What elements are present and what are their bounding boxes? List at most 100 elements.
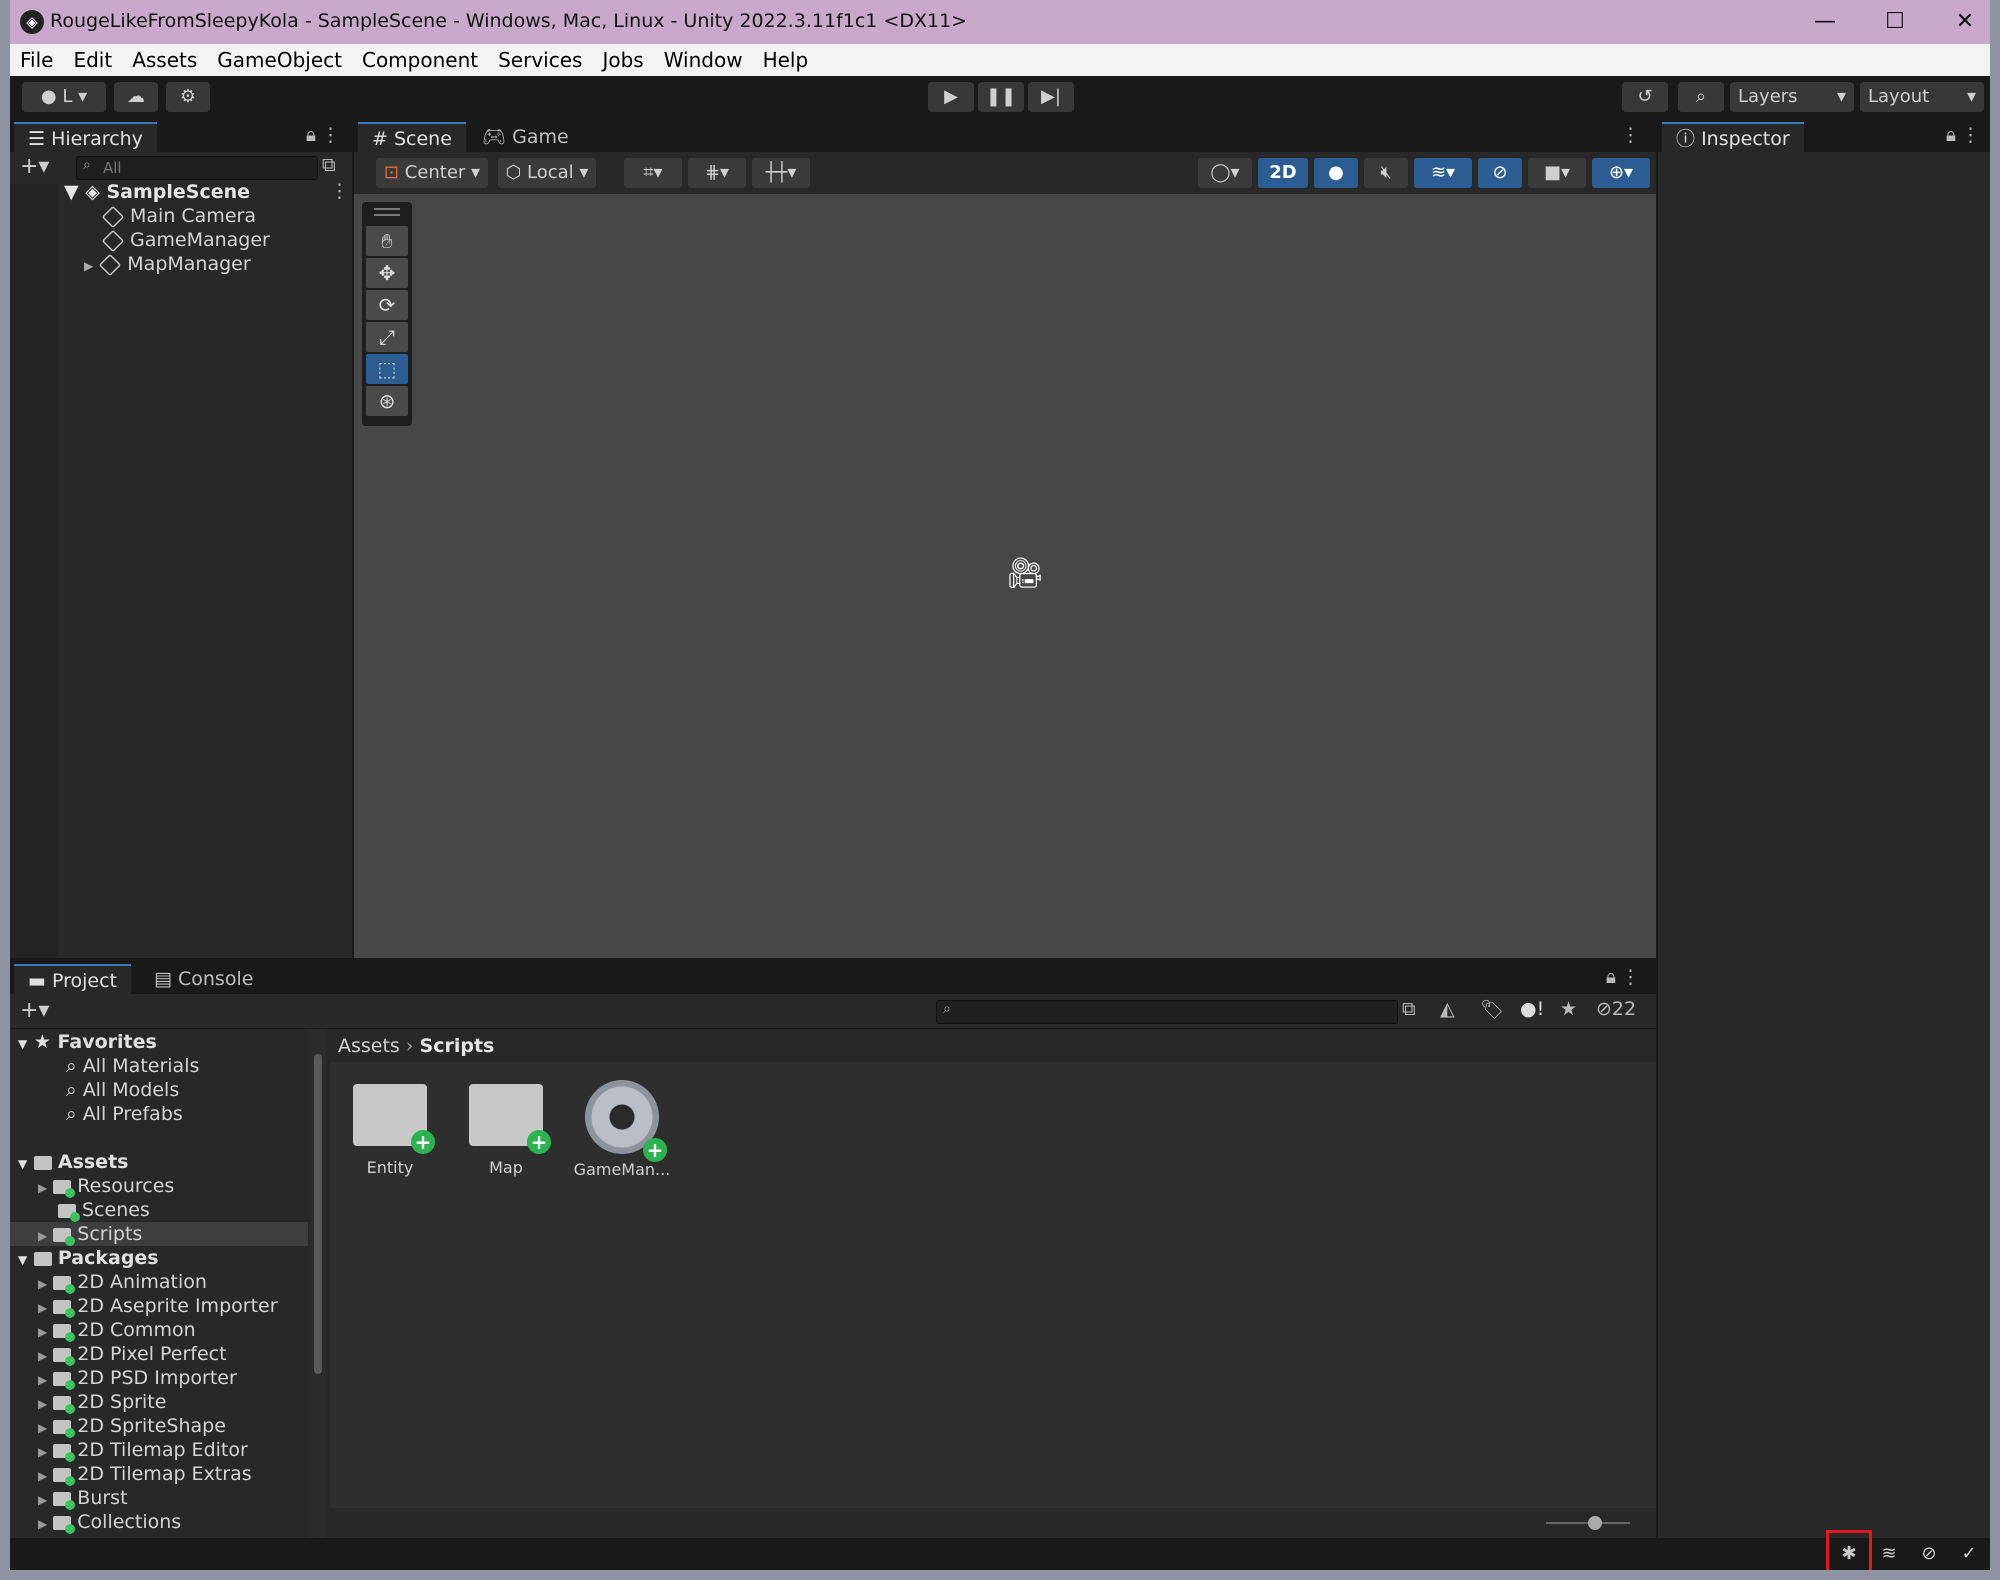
draw-mode-dropdown[interactable]: ◯▾ [1198,158,1252,188]
hierarchy-search-input[interactable]: ⌕ All [76,156,318,180]
star-icon[interactable]: ★ [1560,998,1577,1020]
folder-tree-scrollbar[interactable] [310,1030,326,1538]
hand-tool-button[interactable]: ✋︎ [366,226,408,256]
tab-hierarchy[interactable]: ☰ Hierarchy [14,122,157,154]
package-row[interactable]: ▶ 2D Tilemap Extras [38,1462,252,1488]
folder-row-scenes[interactable]: Scenes [58,1198,150,1222]
audio-toggle[interactable]: 🔇︎ [1364,158,1408,188]
more-menu-icon[interactable]: ⋮ [1621,966,1640,988]
assets-root-row[interactable]: ▼ Assets [18,1150,128,1176]
cloud-button[interactable]: ☁ [114,82,158,112]
add-icon[interactable]: +▾ [20,154,49,179]
maximize-search-icon[interactable]: ⧉ [1402,998,1416,1020]
toggle-2d-button[interactable]: 2D [1258,158,1308,188]
drag-handle-icon[interactable] [374,208,400,216]
favorite-item[interactable]: ⌕ All Prefabs [66,1102,183,1126]
menu-window[interactable]: Window [654,44,753,76]
folder-row-resources[interactable]: ▶ Resources [38,1174,174,1200]
tab-console[interactable]: ▤ Console [140,964,267,994]
transform-tool-button[interactable]: ⊛ [366,386,408,416]
lock-icon[interactable]: 🔒︎ [1946,124,1956,146]
grid-visibility-dropdown[interactable]: ┼┼▾ [752,158,810,188]
asset-folder-entity[interactable]: + Entity [340,1084,440,1177]
hierarchy-item-gamemanager[interactable]: GameManager [102,228,270,252]
package-row[interactable]: ▶ Collections [38,1510,181,1536]
more-menu-icon[interactable]: ⋮ [1961,124,1980,146]
camera-gizmo-icon[interactable]: 🎥︎ [1006,556,1044,591]
asset-gamemanager[interactable]: + GameMan... [572,1080,672,1179]
menu-assets[interactable]: Assets [122,44,207,76]
space-dropdown[interactable]: ⬡ Local ▾ [498,158,596,188]
menu-help[interactable]: Help [753,44,819,76]
hidden-packages-toggle[interactable]: ⊘22 [1596,998,1636,1020]
package-row[interactable]: ▶ Burst [38,1486,128,1512]
hierarchy-item-mapmanager[interactable]: ▶ MapManager [84,252,251,278]
package-row[interactable]: ▶ 2D Animation [38,1270,207,1296]
checkmark-icon[interactable]: ✓ [1956,1542,1982,1566]
warning-icon[interactable]: ●! [1520,998,1544,1020]
layout-dropdown[interactable]: Layout ▾ [1860,82,1984,112]
folder-row-scripts[interactable]: ▶ Scripts [38,1222,142,1248]
slider-thumb[interactable] [1588,1516,1602,1530]
layers-dropdown[interactable]: Layers ▾ [1730,82,1854,112]
tab-project[interactable]: ▬ Project [14,964,131,996]
favorites-row[interactable]: ▼ ★ Favorites [18,1030,157,1056]
package-row[interactable]: ▶ 2D Common [38,1318,196,1344]
favorite-item[interactable]: ⌕ All Models [66,1078,179,1102]
package-row[interactable]: ▶ 2D Pixel Perfect [38,1342,227,1368]
move-tool-button[interactable]: ✥ [366,258,408,288]
package-row[interactable]: ▶ 2D Sprite [38,1390,166,1416]
rotate-tool-button[interactable]: ⟳ [366,290,408,320]
breadcrumb-scripts[interactable]: Scripts [420,1035,495,1057]
hidden-objects-toggle[interactable]: ⊘ [1478,158,1522,188]
rect-tool-button[interactable]: ⬚ [366,354,408,384]
hierarchy-item-main-camera[interactable]: Main Camera [102,204,256,228]
search-by-label-icon[interactable]: 🏷︎ [1480,998,1504,1021]
account-dropdown[interactable]: ● L ▾ [22,82,106,112]
search-by-type-icon[interactable]: ◭ [1440,998,1455,1020]
more-menu-icon[interactable]: ⋮ [1621,124,1640,146]
lighting-toggle[interactable]: ● [1314,158,1358,188]
tab-game[interactable]: 🎮︎ Game [468,122,583,152]
pivot-dropdown[interactable]: ⊡ Center ▾ [376,158,488,188]
scale-tool-button[interactable]: ⤢ [366,322,408,352]
camera-dropdown[interactable]: ■▾ [1528,158,1586,188]
tab-inspector[interactable]: ⓘ Inspector [1662,122,1804,154]
hierarchy-scene-row[interactable]: ▼ ◈ SampleScene [64,180,250,204]
favorite-item[interactable]: ⌕ All Materials [66,1054,199,1078]
grid-snap-dropdown[interactable]: ⌗▾ [624,158,682,188]
package-row[interactable]: ▶ 2D SpriteShape [38,1414,226,1440]
minimize-button[interactable]: — [1800,6,1850,38]
search-button[interactable]: ⌕ [1678,82,1724,112]
lock-icon[interactable]: 🔒︎ [306,124,316,146]
package-row[interactable]: ▶ 2D PSD Importer [38,1366,237,1392]
asset-folder-map[interactable]: + Map [456,1084,556,1177]
undo-history-button[interactable]: ↺ [1622,82,1668,112]
more-menu-icon[interactable]: ⋮ [321,124,340,146]
collab-button[interactable]: ⚙ [166,82,210,112]
gizmos-dropdown[interactable]: ⊕▾ [1592,158,1650,188]
step-button[interactable]: ▶| [1028,82,1074,112]
scene-viewport[interactable]: ✋︎ ✥ ⟳ ⤢ ⬚ ⊛ 🎥︎ [354,194,1656,958]
menu-services[interactable]: Services [488,44,592,76]
tab-scene[interactable]: # Scene [358,122,466,154]
play-button[interactable]: ▶ [928,82,974,112]
pause-button[interactable]: ❚❚ [978,82,1024,112]
package-row[interactable]: ▶ 2D Tilemap Editor [38,1438,248,1464]
menu-component[interactable]: Component [352,44,488,76]
scrollbar-thumb[interactable] [314,1054,322,1374]
packages-root-row[interactable]: ▼ Packages [18,1246,159,1272]
cache-server-icon[interactable]: ≋ [1876,1542,1902,1566]
menu-gameobject[interactable]: GameObject [207,44,352,76]
project-search-input[interactable]: ⌕ [936,1000,1398,1024]
maximize-button[interactable]: ☐ [1870,6,1920,38]
close-button[interactable]: ✕ [1940,6,1990,38]
add-icon[interactable]: +▾ [20,998,49,1023]
menu-file[interactable]: File [10,44,63,76]
menu-edit[interactable]: Edit [63,44,122,76]
menu-jobs[interactable]: Jobs [592,44,653,76]
maximize-search-icon[interactable]: ⧉ [322,154,336,176]
increment-snap-dropdown[interactable]: ⋕▾ [688,158,746,188]
effects-dropdown[interactable]: ≋▾ [1414,158,1472,188]
lock-icon[interactable]: 🔒︎ [1606,966,1616,988]
